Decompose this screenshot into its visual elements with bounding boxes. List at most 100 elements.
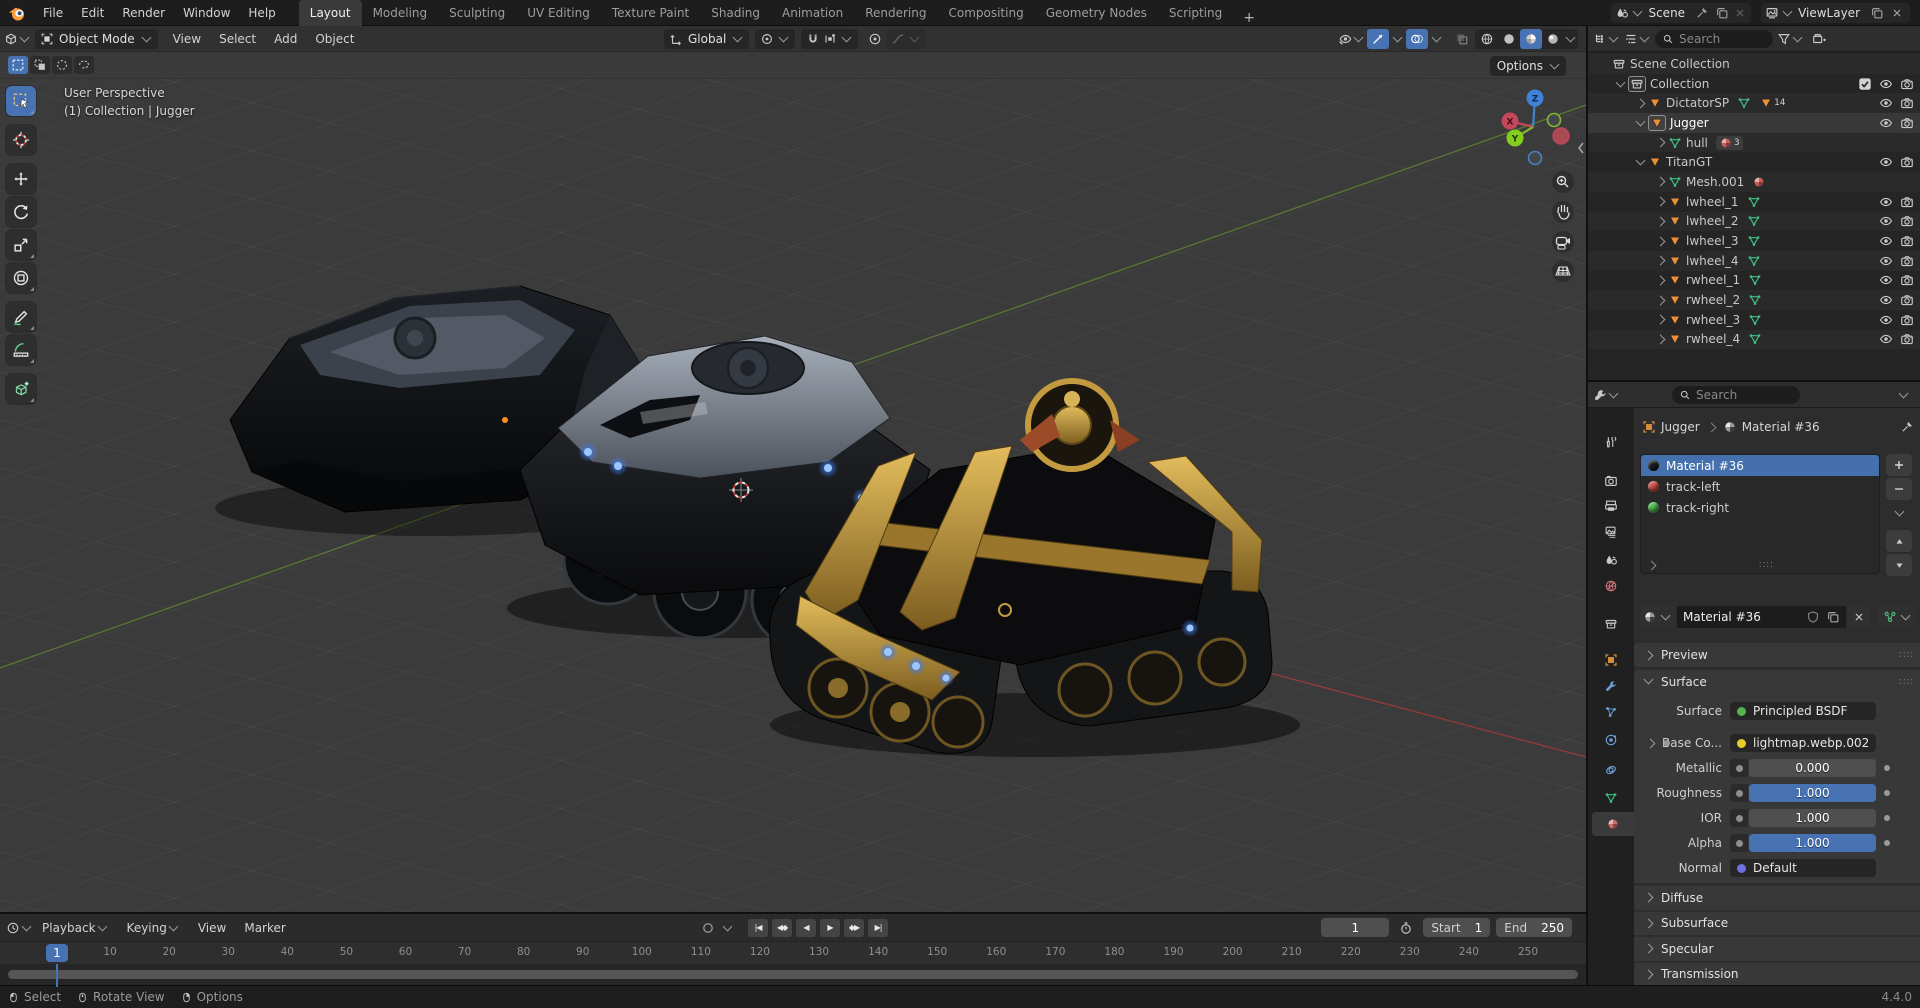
eye-toggle-icon[interactable] [1879, 254, 1893, 268]
remove-slot-button[interactable] [1886, 478, 1912, 500]
properties-tab-material[interactable] [1592, 812, 1634, 836]
panel-subsurface[interactable]: Subsurface [1634, 911, 1920, 936]
workspace-tab-rendering[interactable]: Rendering [854, 0, 937, 26]
outliner-row-rwheel-2[interactable]: rwheel_2 [1588, 290, 1920, 310]
shading-wireframe-button[interactable] [1476, 29, 1498, 49]
playhead[interactable]: 1 [46, 944, 68, 962]
surface-panel-header[interactable]: Surface ∷∷ [1634, 670, 1920, 694]
field-value-button[interactable]: lightmap.webp.002 [1730, 734, 1876, 752]
properties-tab-object[interactable] [1588, 648, 1634, 672]
input-socket-icon[interactable] [1730, 834, 1748, 852]
panel-drag-grip[interactable]: ∷∷ [1899, 677, 1914, 688]
outliner-item-label[interactable]: Mesh.001 [1686, 175, 1744, 189]
material-slot-track-right[interactable]: track-right [1641, 497, 1879, 518]
workspace-tab-compositing[interactable]: Compositing [937, 0, 1034, 26]
remove-view-layer-icon[interactable] [1888, 6, 1906, 20]
expander-closed-icon[interactable] [1656, 138, 1666, 148]
material-slot-track-left[interactable]: track-left [1641, 476, 1879, 497]
expander-closed-icon[interactable] [1656, 256, 1666, 266]
gizmo-y-neg-axis[interactable] [1548, 114, 1561, 127]
expander-closed-icon[interactable] [1656, 335, 1666, 345]
field-value-button[interactable]: Default [1730, 859, 1876, 877]
breadcrumb-object[interactable]: Jugger [1661, 420, 1700, 434]
camera-toggle-icon[interactable] [1900, 313, 1914, 327]
properties-search-input[interactable]: Search [1672, 386, 1800, 404]
workspace-tab-scripting[interactable]: Scripting [1158, 0, 1233, 26]
eye-toggle-icon[interactable] [1879, 332, 1893, 346]
menu-window[interactable]: Window [174, 0, 239, 26]
view-layer-name[interactable]: ViewLayer [1796, 6, 1866, 20]
pin-id-icon[interactable] [1900, 420, 1914, 434]
expand-socket-icon[interactable] [1646, 738, 1656, 748]
timeline-ruler[interactable]: 1 10203040506070809010011012013014015016… [0, 942, 1586, 964]
workspace-tab-shading[interactable]: Shading [700, 0, 771, 26]
material-slot-material-36[interactable]: Material #36 [1641, 455, 1879, 476]
menu-file[interactable]: File [34, 0, 72, 26]
properties-tab-world[interactable] [1588, 574, 1634, 598]
field-value-button[interactable]: Principled BSDF [1730, 702, 1876, 720]
transform-tool[interactable] [6, 263, 36, 293]
camera-toggle-icon[interactable] [1900, 96, 1914, 110]
eye-toggle-icon[interactable] [1879, 195, 1893, 209]
panel-transmission[interactable]: Transmission [1634, 962, 1920, 987]
outliner-item-label[interactable]: lwheel_3 [1686, 234, 1739, 248]
workspace-tab-geometry-nodes[interactable]: Geometry Nodes [1035, 0, 1158, 26]
measure-tool[interactable] [6, 335, 36, 365]
expander-closed-icon[interactable] [1656, 197, 1666, 207]
select-box-tool[interactable] [6, 86, 36, 116]
expander-open-icon[interactable] [1636, 156, 1646, 166]
eye-toggle-icon[interactable] [1879, 214, 1893, 228]
properties-tab-constraints[interactable] [1588, 758, 1634, 782]
workspace-tab-sculpting[interactable]: Sculpting [438, 0, 516, 26]
editor-type-outliner-button[interactable] [1593, 29, 1620, 49]
panel-diffuse[interactable]: Diffuse [1634, 885, 1920, 910]
properties-tab-output[interactable] [1588, 494, 1634, 518]
shading-solid-button[interactable] [1498, 29, 1520, 49]
new-collection-button[interactable] [1808, 29, 1830, 49]
workspace-tab-layout[interactable]: Layout [299, 0, 362, 26]
eye-toggle-icon[interactable] [1879, 293, 1893, 307]
camera-toggle-icon[interactable] [1900, 116, 1914, 130]
eye-toggle-icon[interactable] [1879, 313, 1893, 327]
camera-toggle-icon[interactable] [1900, 155, 1914, 169]
preview-panel-header[interactable]: Preview ∷∷ [1634, 643, 1920, 667]
editor-type-properties-button[interactable] [1593, 385, 1620, 405]
outliner-item-label[interactable]: rwheel_2 [1686, 293, 1740, 307]
expander-closed-icon[interactable] [1656, 315, 1666, 325]
outliner-item-label[interactable]: Jugger [1670, 116, 1709, 130]
scene-name[interactable]: Scene [1646, 6, 1691, 20]
properties-tab-modifiers[interactable] [1588, 674, 1634, 698]
slot-menu-button[interactable] [1886, 502, 1912, 524]
navigation-gizmo[interactable]: Z X Y [1495, 85, 1586, 310]
gizmo-z-neg-axis[interactable] [1529, 152, 1542, 165]
eye-toggle-icon[interactable] [1879, 234, 1893, 248]
duplicate-view-layer-icon[interactable] [1868, 6, 1886, 20]
outliner-row-rwheel-3[interactable]: rwheel_3 [1588, 310, 1920, 330]
mode-selector[interactable]: Object Mode [35, 29, 158, 49]
slot-specials-icon[interactable] [1647, 561, 1657, 571]
camera-toggle-icon[interactable] [1900, 234, 1914, 248]
keying-dropdown[interactable] [723, 921, 733, 931]
add-slot-button[interactable] [1886, 454, 1912, 476]
animate-decorator-icon[interactable] [1884, 815, 1890, 821]
outliner-item-label[interactable]: Collection [1650, 77, 1709, 91]
expander-closed-icon[interactable] [1656, 295, 1666, 305]
properties-tab-render[interactable] [1588, 469, 1634, 493]
animate-decorator-icon[interactable] [1884, 765, 1890, 771]
camera-toggle-icon[interactable] [1900, 293, 1914, 307]
scale-tool[interactable] [6, 230, 36, 260]
eye-toggle-icon[interactable] [1879, 116, 1893, 130]
gizmo-x-neg-axis[interactable] [1553, 128, 1569, 144]
move-tool[interactable] [6, 164, 36, 194]
properties-tab-view-layer[interactable] [1588, 520, 1634, 544]
node-tree-selector[interactable] [1878, 606, 1916, 628]
unlink-material-button[interactable] [1848, 606, 1870, 628]
outliner-filter-button[interactable] [1777, 29, 1804, 49]
object-visibility-dropdown[interactable] [1338, 29, 1365, 49]
workspace-tab-animation[interactable]: Animation [771, 0, 854, 26]
animate-decorator-icon[interactable] [1884, 790, 1890, 796]
outliner-item-label[interactable]: rwheel_4 [1686, 332, 1740, 346]
viewport-3d[interactable]: Object Mode ViewSelectAddObject Global [0, 26, 1586, 912]
shading-material-preview-button[interactable] [1520, 29, 1542, 49]
camera-toggle-icon[interactable] [1900, 77, 1914, 91]
